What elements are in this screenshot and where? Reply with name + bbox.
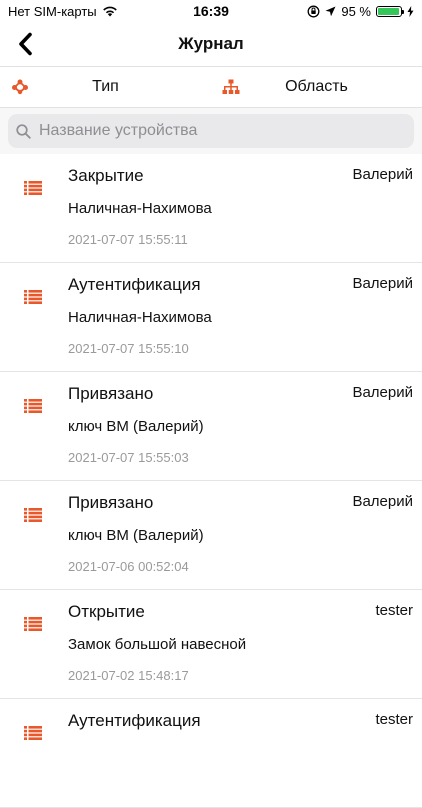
entry-device: ключ ВМ (Валерий) bbox=[68, 527, 204, 544]
entry-user: Валерий bbox=[352, 166, 413, 183]
entry-timestamp: 2021-07-07 15:55:10 bbox=[68, 341, 189, 356]
list-icon bbox=[24, 399, 42, 413]
battery-icon bbox=[376, 5, 404, 17]
entry-user: Валерий bbox=[352, 493, 413, 510]
entry-device: Наличная-Нахимова bbox=[68, 200, 212, 217]
entry-event: Привязано bbox=[68, 384, 154, 403]
entry-user: tester bbox=[375, 711, 413, 728]
list-icon bbox=[24, 617, 42, 631]
entry-event: Закрытие bbox=[68, 166, 144, 185]
charging-bolt-icon bbox=[407, 5, 414, 17]
search-bar bbox=[0, 108, 422, 154]
entry-event: Аутентификация bbox=[68, 711, 201, 730]
journal-list: Закрытие Валерий Наличная-Нахимова 2021-… bbox=[0, 154, 422, 808]
search-box[interactable] bbox=[8, 114, 414, 148]
entry-event: Открытие bbox=[68, 602, 145, 621]
type-filter[interactable]: Тип bbox=[0, 67, 211, 107]
type-filter-icon bbox=[10, 78, 30, 96]
entry-device: Замок большой навесной bbox=[68, 636, 247, 653]
status-bar: Нет SIM-карты 16:39 95 % bbox=[0, 0, 422, 22]
wifi-icon bbox=[102, 6, 117, 17]
journal-entry[interactable]: Привязано Валерий ключ ВМ (Валерий) 2021… bbox=[0, 372, 422, 481]
search-icon bbox=[16, 123, 31, 139]
filter-bar: Тип Область bbox=[0, 67, 422, 108]
entry-timestamp: 2021-07-07 15:55:11 bbox=[68, 232, 188, 247]
list-icon bbox=[24, 508, 42, 522]
area-filter[interactable]: Область bbox=[211, 67, 422, 107]
entry-device: Наличная-Нахимова bbox=[68, 309, 212, 326]
journal-entry[interactable]: Привязано Валерий ключ ВМ (Валерий) 2021… bbox=[0, 481, 422, 590]
battery-percent: 95 % bbox=[341, 3, 371, 19]
navigation-bar: Журнал bbox=[0, 22, 422, 67]
entry-event: Аутентификация bbox=[68, 275, 201, 294]
battery-level bbox=[378, 7, 399, 15]
status-right: 95 % bbox=[307, 4, 414, 19]
page-title: Журнал bbox=[178, 34, 244, 53]
type-filter-label: Тип bbox=[92, 78, 119, 95]
entry-user: Валерий bbox=[352, 384, 413, 401]
journal-entry[interactable]: Аутентификация tester bbox=[0, 699, 422, 808]
area-filter-label: Область bbox=[285, 78, 348, 95]
journal-entry[interactable]: Открытие tester Замок большой навесной 2… bbox=[0, 590, 422, 699]
search-input[interactable] bbox=[37, 121, 381, 141]
list-icon bbox=[24, 290, 42, 304]
status-left: Нет SIM-карты bbox=[8, 4, 118, 19]
entry-user: tester bbox=[375, 602, 413, 619]
entry-timestamp: 2021-07-07 15:55:03 bbox=[68, 450, 189, 465]
entry-user: Валерий bbox=[352, 275, 413, 292]
list-icon bbox=[24, 181, 42, 195]
orientation-lock-icon bbox=[307, 5, 320, 17]
location-arrow-icon bbox=[325, 6, 336, 16]
chevron-left-icon bbox=[19, 32, 32, 56]
carrier-label: Нет SIM-карты bbox=[8, 3, 97, 19]
hierarchy-icon bbox=[221, 78, 241, 96]
list-icon bbox=[24, 726, 42, 740]
back-button[interactable] bbox=[10, 30, 40, 58]
entry-event: Привязано bbox=[68, 493, 154, 512]
entry-timestamp: 2021-07-02 15:48:17 bbox=[68, 668, 189, 683]
entry-device: ключ ВМ (Валерий) bbox=[68, 418, 204, 435]
entry-timestamp: 2021-07-06 00:52:04 bbox=[68, 559, 189, 574]
journal-entry[interactable]: Закрытие Валерий Наличная-Нахимова 2021-… bbox=[0, 154, 422, 263]
journal-entry[interactable]: Аутентификация Валерий Наличная-Нахимова… bbox=[0, 263, 422, 372]
